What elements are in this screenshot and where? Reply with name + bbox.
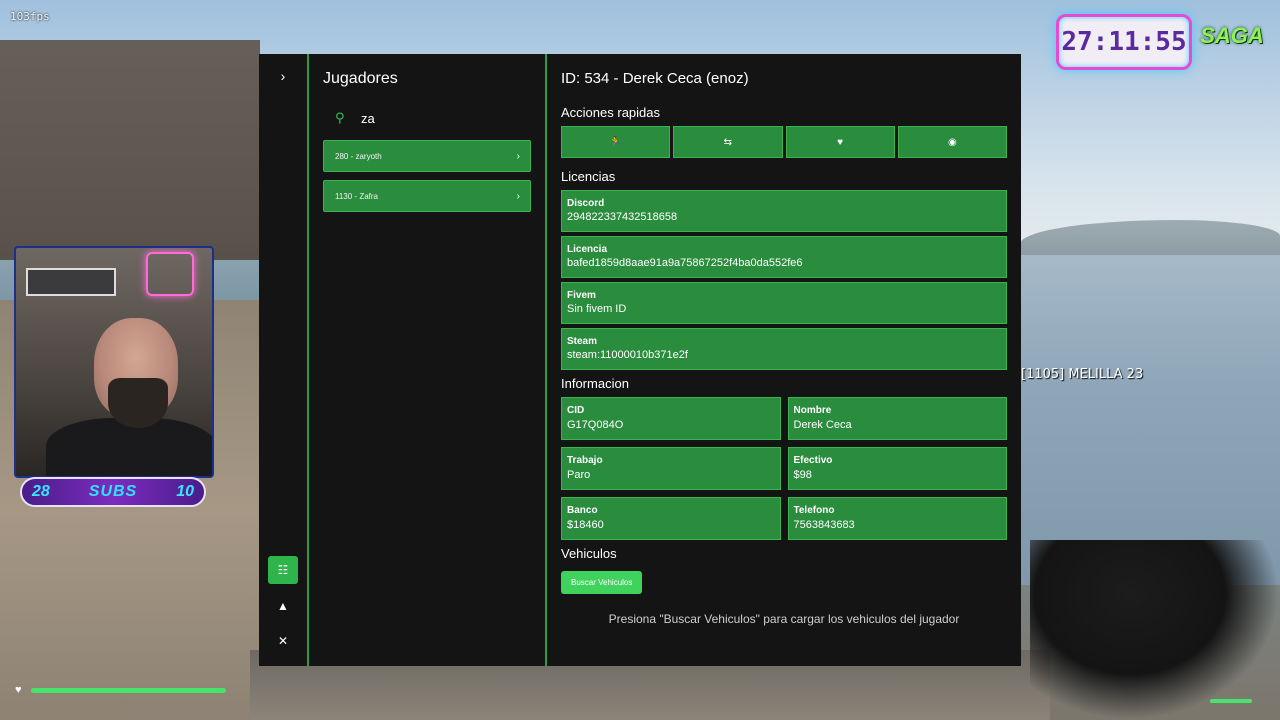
license-value: Sin fivem ID — [567, 303, 627, 315]
saga-logo: SAGA — [1200, 23, 1264, 48]
players-tab-button[interactable]: ☷ — [268, 556, 298, 584]
player-header: ID: 534 - Derek Ceca (enoz) — [561, 70, 749, 87]
vehicles-hint: Presiona "Buscar Vehiculos" para cargar … — [608, 612, 960, 626]
webcam-overlay — [14, 246, 214, 478]
fps-counter: 103fps — [10, 10, 50, 23]
search-icon: ⚲ — [335, 110, 345, 125]
quick-actions: 🏃 ⇆ ♥ ◉ — [561, 126, 1007, 158]
license-value: steam:11000010b371e2f — [567, 349, 688, 361]
subs-counter: 28 SUBS 10 — [20, 477, 206, 507]
info-value: G17Q084O — [567, 419, 624, 431]
info-card: Efectivo $98 — [787, 447, 1007, 490]
health-bar — [31, 688, 226, 693]
game-sea — [1020, 255, 1280, 585]
spectate-button[interactable]: ◉ — [897, 126, 1007, 158]
chevron-right-icon: › — [516, 190, 520, 202]
subs-left-count: 28 — [32, 483, 50, 500]
info-value: $98 — [793, 469, 812, 481]
player-search-input[interactable] — [361, 110, 511, 126]
tools-icon: ✕ — [277, 634, 289, 648]
webcam-streamer-beard — [108, 378, 168, 428]
player-search: ⚲ — [323, 100, 531, 136]
info-title: Informacion — [561, 376, 629, 391]
player-list-item[interactable]: 1130 - Zafra › — [323, 180, 531, 212]
health-heart-icon: ♥ — [15, 684, 22, 696]
vehicles-title: Vehiculos — [561, 546, 617, 561]
subs-label: SUBS — [88, 483, 138, 500]
license-key: Fivem — [567, 290, 596, 301]
player-list-item-label: 1130 - Zafra — [335, 191, 378, 201]
player-detail: ID: 534 - Derek Ceca (enoz) Acciones rap… — [547, 54, 1021, 666]
players-column: Jugadores ⚲ 280 - zaryoth › 1130 - Zafra… — [309, 54, 547, 666]
stream-timer: 27:11:55 — [1056, 14, 1192, 70]
info-value: Paro — [567, 469, 591, 481]
licenses-title: Licencias — [561, 169, 616, 184]
license-card: Steam steam:11000010b371e2f — [561, 328, 1007, 370]
info-value: $18460 — [567, 519, 604, 531]
license-card: Discord 294822337432518658 — [561, 190, 1007, 232]
info-card: Telefono 7563843683 — [787, 497, 1007, 540]
player-list-item-label: 280 - zaryoth — [335, 151, 382, 161]
license-card: Licencia bafed1859d8aae91a9a75867252f4ba… — [561, 236, 1007, 278]
goto-player-button[interactable]: 🏃 — [561, 126, 671, 158]
info-card: Banco $18460 — [561, 497, 781, 540]
players-title: Jugadores — [323, 70, 398, 87]
heal-button[interactable]: ♥ — [785, 126, 895, 158]
info-key: Telefono — [793, 505, 835, 516]
license-key: Steam — [567, 336, 598, 347]
subs-right-count: 10 — [176, 483, 194, 500]
game-player-character — [1030, 540, 1280, 720]
bring-player-icon: ⇆ — [723, 136, 733, 148]
info-key: Banco — [567, 505, 598, 516]
info-card: Nombre Derek Ceca — [787, 397, 1007, 440]
info-key: Trabajo — [567, 455, 603, 466]
reports-tab-button[interactable]: ▲ — [268, 592, 298, 620]
tools-tab-button[interactable]: ✕ — [268, 627, 298, 655]
license-key: Discord — [567, 198, 605, 209]
license-value: 294822337432518658 — [567, 211, 678, 223]
expand-chevron-icon[interactable]: › — [259, 68, 307, 84]
bring-player-button[interactable]: ⇆ — [673, 126, 783, 158]
info-card: CID G17Q084O — [561, 397, 781, 440]
side-rail: › ☷ ▲ ✕ — [259, 54, 309, 666]
heal-icon: ♥ — [837, 136, 844, 148]
warning-icon: ▲ — [277, 599, 289, 613]
search-vehicles-button[interactable]: Buscar Vehiculos — [561, 571, 643, 594]
player-list-item[interactable]: 280 - zaryoth › — [323, 140, 531, 172]
license-value: bafed1859d8aae91a9a75867252f4ba0da552fe6 — [567, 257, 803, 269]
admin-panel: › ☷ ▲ ✕ Jugadores ⚲ 280 - zaryoth › 1130… — [259, 54, 1021, 666]
license-card: Fivem Sin fivem ID — [561, 282, 1007, 324]
twitch-neon-sign — [146, 252, 194, 296]
info-card: Trabajo Paro — [561, 447, 781, 490]
info-key: Efectivo — [793, 455, 833, 466]
players-icon: ☷ — [277, 563, 289, 577]
info-value: Derek Ceca — [793, 419, 852, 431]
info-grid: CID G17Q084O Nombre Derek Ceca Trabajo P… — [561, 397, 1007, 540]
info-key: CID — [567, 405, 585, 416]
license-key: Licencia — [567, 244, 608, 255]
game-pier — [0, 40, 260, 260]
info-key: Nombre — [793, 405, 832, 416]
quick-actions-title: Acciones rapidas — [561, 105, 660, 120]
stamina-bar — [1210, 699, 1252, 703]
goto-player-icon: 🏃 — [609, 136, 622, 148]
player-name-tag: [1105] MELILLA 23 — [1021, 367, 1144, 382]
spectate-icon: ◉ — [948, 136, 957, 148]
webcam-wall-frame — [26, 268, 116, 296]
info-value: 7563843683 — [793, 519, 855, 531]
chevron-right-icon: › — [516, 150, 520, 162]
